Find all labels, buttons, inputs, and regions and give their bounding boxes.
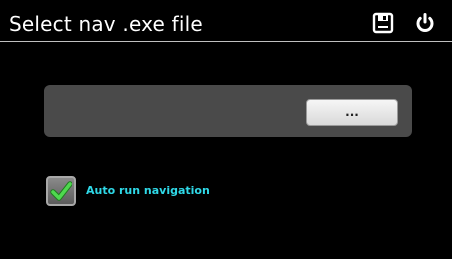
power-button[interactable] [414,12,436,34]
save-button[interactable] [372,12,394,34]
power-icon [414,12,436,34]
save-icon [372,12,394,34]
browse-button[interactable]: ... [306,99,398,126]
auto-run-checkbox[interactable] [46,176,76,206]
file-path-field[interactable]: ... [44,85,412,137]
title-divider [0,41,452,42]
nav-exe-selector-screen: Select nav .exe file ... Auto run naviga… [0,0,452,259]
auto-run-label: Auto run navigation [86,184,210,197]
title-bar: Select nav .exe file [0,0,452,42]
page-title: Select nav .exe file [9,12,203,36]
